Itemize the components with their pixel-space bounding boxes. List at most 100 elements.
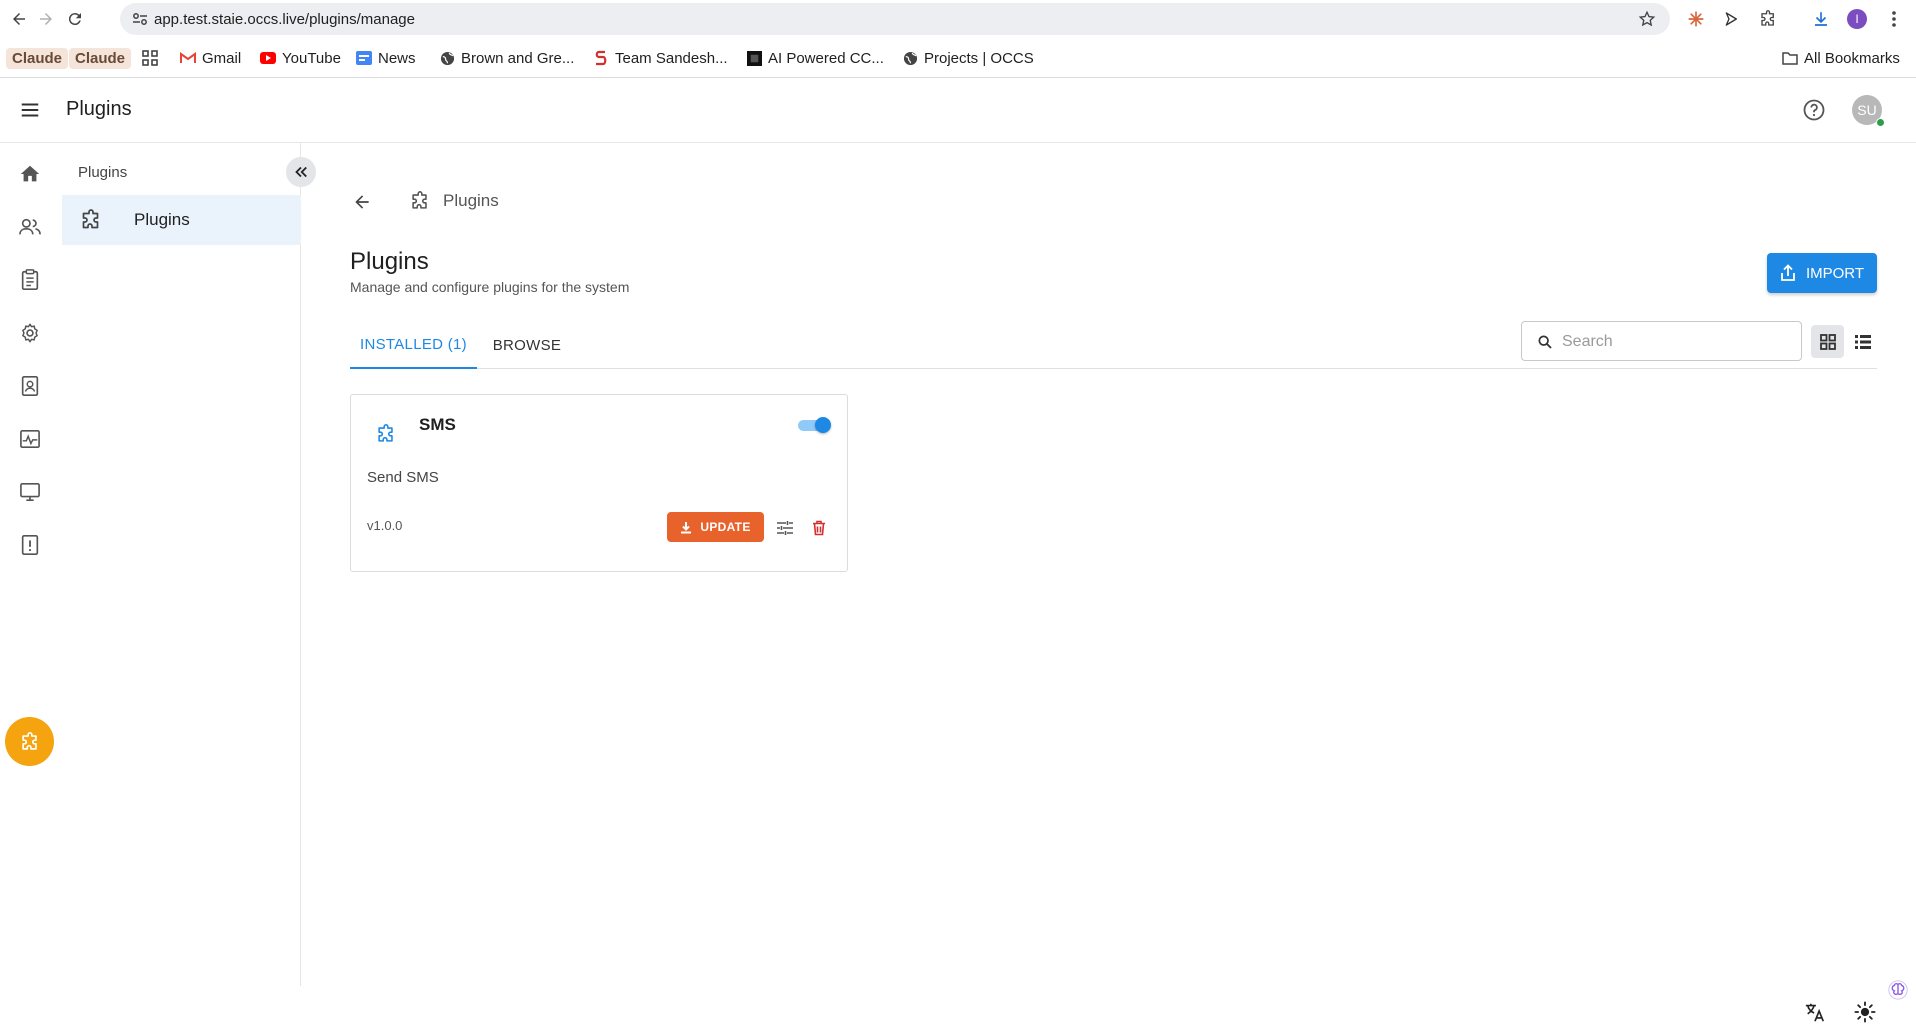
address-bar[interactable]: app.test.staie.occs.live/plugins/manage xyxy=(120,3,1670,35)
bookmark-label: All Bookmarks xyxy=(1804,49,1900,67)
bookmark-team-sandesh[interactable]: Team Sandesh... xyxy=(593,47,728,69)
update-label: UPDATE xyxy=(700,520,751,534)
bookmark-star-icon[interactable] xyxy=(1638,10,1656,28)
bookmark-label: AI Powered CC... xyxy=(768,49,884,67)
back-button[interactable] xyxy=(349,189,375,215)
users-icon[interactable] xyxy=(18,215,42,239)
bookmark-label: Claude xyxy=(69,47,132,69)
page-title: Plugins xyxy=(350,248,429,275)
plugins-nav-button[interactable] xyxy=(5,717,54,766)
toggle-thumb xyxy=(815,417,831,433)
bookmark-label: News xyxy=(378,49,416,67)
bookmark-label: Gmail xyxy=(202,49,242,67)
bookmark-brown-and-green[interactable]: Brown and Gre... xyxy=(439,47,574,69)
bookmark-label: YouTube xyxy=(282,49,341,67)
profile-avatar[interactable]: I xyxy=(1846,8,1868,30)
avatar-initials: SU xyxy=(1857,102,1877,118)
profile-initial: I xyxy=(1847,9,1867,29)
browser-toolbar: app.test.staie.occs.live/plugins/manage … xyxy=(0,0,1916,38)
plugin-version: v1.0.0 xyxy=(367,518,403,533)
sidebar-heading: Plugins xyxy=(78,164,128,181)
settings-gear-icon[interactable] xyxy=(18,321,42,345)
bookmark-label: Brown and Gre... xyxy=(461,49,575,67)
page-subtitle: Manage and configure plugins for the sys… xyxy=(350,279,630,295)
app-header: Plugins SU xyxy=(0,78,1916,143)
bookmark-news[interactable]: News xyxy=(356,47,416,69)
search-icon xyxy=(1537,334,1553,350)
grid-view-icon xyxy=(1819,333,1836,350)
apps-grid-icon[interactable] xyxy=(142,47,158,69)
plugin-card: SMS Send SMS v1.0.0 UPDATE xyxy=(350,394,848,572)
puzzle-icon xyxy=(19,731,41,753)
reload-icon[interactable] xyxy=(64,8,86,30)
bookmark-ai-powered[interactable]: AI Powered CC... xyxy=(746,47,884,69)
bookmark-claude-2[interactable]: Claude xyxy=(69,47,132,69)
download-icon xyxy=(680,521,692,534)
help-icon[interactable] xyxy=(1802,98,1826,122)
double-chevron-left-icon xyxy=(292,163,310,181)
hamburger-menu-icon[interactable] xyxy=(19,99,41,121)
contact-card-icon[interactable] xyxy=(18,374,42,398)
plugin-enable-toggle[interactable] xyxy=(798,415,832,435)
extensions-puzzle-icon[interactable] xyxy=(1757,8,1779,30)
tab-installed[interactable]: INSTALLED (1) xyxy=(350,322,477,369)
plugins-sidebar: Plugins Plugins xyxy=(60,143,301,986)
trash-icon xyxy=(812,520,826,536)
configure-button[interactable] xyxy=(773,516,797,540)
claude-extension-icon[interactable] xyxy=(1685,8,1707,30)
bookmark-youtube[interactable]: YouTube xyxy=(260,47,341,69)
list-view-button[interactable] xyxy=(1846,325,1879,358)
bookmark-label: Claude xyxy=(6,47,69,69)
online-status-dot xyxy=(1876,118,1885,127)
breadcrumb: Plugins xyxy=(409,189,499,213)
import-label: IMPORT xyxy=(1805,264,1865,282)
breadcrumb-label[interactable]: Plugins xyxy=(443,191,499,211)
plugin-description: Send SMS xyxy=(367,469,439,486)
url-text: app.test.staie.occs.live/plugins/manage xyxy=(154,11,415,28)
ai-assistant-icon[interactable] xyxy=(1884,976,1912,1004)
play-extension-icon[interactable] xyxy=(1720,8,1742,30)
monitoring-chart-icon[interactable] xyxy=(18,427,42,451)
monitor-icon[interactable] xyxy=(18,480,42,504)
grid-view-button[interactable] xyxy=(1811,325,1844,358)
tab-browse[interactable]: BROWSE xyxy=(477,322,577,369)
list-view-icon xyxy=(1854,334,1871,349)
tune-sliders-icon xyxy=(776,520,794,536)
clipboard-list-icon[interactable] xyxy=(18,268,42,292)
bookmarks-bar: Claude Claude Gmail YouTube News Brown a… xyxy=(0,38,1916,78)
bookmark-label: Team Sandesh... xyxy=(615,49,728,67)
app-title: Plugins xyxy=(66,98,132,120)
download-icon[interactable] xyxy=(1810,8,1832,30)
site-info-icon[interactable] xyxy=(132,12,148,26)
search-field xyxy=(1521,321,1802,361)
arrow-left-icon xyxy=(352,192,372,212)
sidebar-item-label: Plugins xyxy=(134,210,190,229)
home-icon[interactable] xyxy=(18,162,42,186)
back-arrow-icon[interactable] xyxy=(8,8,30,30)
sandesh-icon xyxy=(593,50,609,66)
folder-icon xyxy=(1782,50,1798,66)
news-icon xyxy=(356,50,372,66)
import-button[interactable]: IMPORT xyxy=(1767,253,1877,293)
alert-report-icon[interactable] xyxy=(18,533,42,557)
delete-button[interactable] xyxy=(807,516,831,540)
search-input[interactable] xyxy=(1562,330,1792,354)
update-button[interactable]: UPDATE xyxy=(667,512,764,542)
puzzle-icon xyxy=(79,208,103,232)
puzzle-icon xyxy=(409,190,431,212)
bookmark-projects-occs[interactable]: Projects | OCCS xyxy=(902,47,1034,69)
light-mode-sun-icon[interactable] xyxy=(1852,999,1878,1025)
sidebar-item-plugins[interactable]: Plugins xyxy=(62,195,301,245)
collapse-sidebar-button[interactable] xyxy=(286,157,316,187)
all-bookmarks[interactable]: All Bookmarks xyxy=(1782,47,1900,69)
browser-menu-icon[interactable] xyxy=(1883,8,1905,30)
youtube-icon xyxy=(260,50,276,66)
bookmark-gmail[interactable]: Gmail xyxy=(180,47,241,69)
bookmark-claude-1[interactable]: Claude xyxy=(6,47,69,69)
gmail-icon xyxy=(180,50,196,66)
plugin-puzzle-icon xyxy=(375,423,397,445)
translate-icon[interactable] xyxy=(1802,999,1828,1025)
upload-icon xyxy=(1780,264,1796,282)
globe-icon xyxy=(439,50,455,66)
forward-arrow-icon[interactable] xyxy=(35,8,57,30)
